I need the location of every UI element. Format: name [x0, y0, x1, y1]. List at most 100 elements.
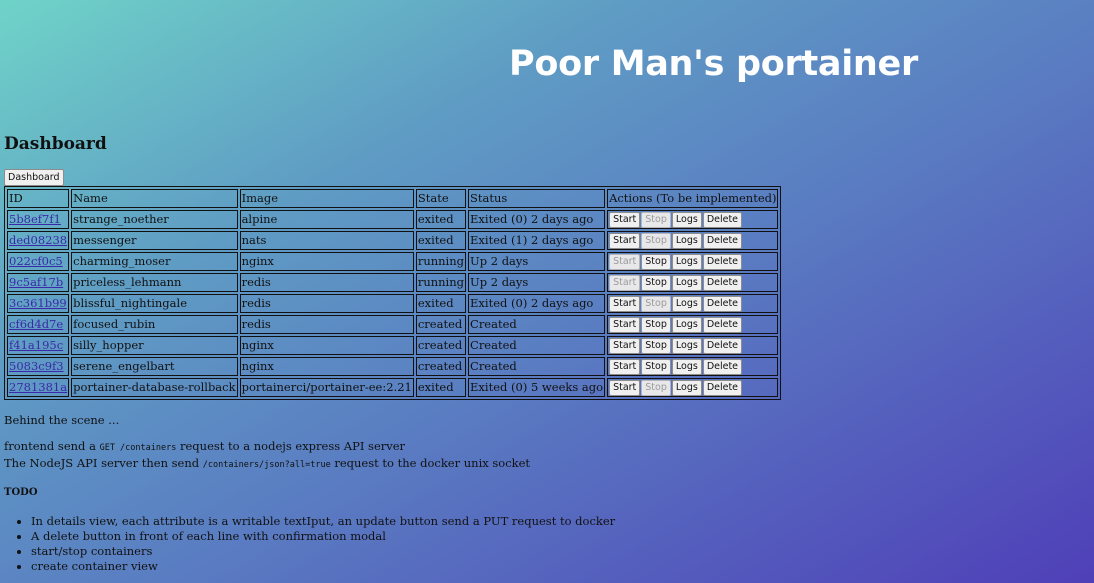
todo-title: TODO	[4, 487, 38, 498]
table-row: 5b8ef7f1 strange_noether alpine exited Exite…	[7, 210, 779, 229]
start-button[interactable]: Start	[609, 338, 641, 354]
cell-state: exited	[415, 231, 467, 250]
cell-state: created	[415, 315, 467, 334]
cell-state: exited	[415, 210, 467, 229]
stop-button[interactable]: Stop	[641, 254, 671, 270]
logs-button[interactable]: Logs	[671, 233, 702, 249]
cell-image: nats	[239, 231, 414, 250]
table-row: 2781381a portainer-database-rollback porta…	[7, 378, 779, 397]
container-id-link[interactable]: 9c5af17b	[9, 275, 63, 289]
column-header-name: Name	[71, 189, 238, 208]
cell-status: Created	[468, 357, 606, 376]
logs-button[interactable]: Logs	[671, 359, 702, 375]
container-id-link[interactable]: 2781381a	[9, 380, 67, 394]
container-id-link[interactable]: 3c361b99	[9, 296, 67, 310]
logs-button[interactable]: Logs	[671, 380, 702, 396]
delete-button[interactable]: Delete	[702, 296, 743, 312]
cell-image: alpine	[239, 210, 414, 229]
delete-button[interactable]: Delete	[702, 233, 743, 249]
cell-name: blissful_nightingale	[71, 294, 238, 313]
cell-actions: Start Stop Logs Delete	[607, 378, 779, 397]
cell-image: redis	[239, 294, 414, 313]
todo-item: start/stop containers	[31, 544, 615, 559]
logs-button[interactable]: Logs	[671, 254, 702, 270]
start-button[interactable]: Start	[609, 317, 641, 333]
container-id-link[interactable]: 5b8ef7f1	[9, 212, 61, 226]
cell-id: 022cf0c5	[7, 252, 70, 271]
start-button[interactable]: Start	[609, 296, 641, 312]
explanation-line2-code: /containers/json?all=true	[202, 460, 331, 470]
explanation-line1-prefix: frontend send a	[4, 439, 100, 453]
explanation-line1-suffix: request to a nodejs express API server	[176, 439, 406, 453]
start-button[interactable]: Start	[609, 359, 641, 375]
column-header-image: Image	[239, 189, 414, 208]
cell-state: running	[415, 273, 467, 292]
cell-image: nginx	[239, 357, 414, 376]
delete-button[interactable]: Delete	[702, 317, 743, 333]
cell-status: Created	[468, 315, 606, 334]
table-row: 9c5af17b priceless_lehmann redis running Up …	[7, 273, 779, 292]
start-button: Start	[609, 275, 641, 291]
cell-id: 5083c9f3	[7, 357, 70, 376]
table-row: ded08238 messenger nats exited Exited (1) 2 …	[7, 231, 779, 250]
delete-button[interactable]: Delete	[702, 359, 743, 375]
container-id-link[interactable]: cf6d4d7e	[9, 317, 63, 331]
explanation-line1-code: GET /containers	[99, 443, 177, 453]
cell-image: nginx	[239, 252, 414, 271]
cell-actions: Start Stop Logs Delete	[607, 252, 779, 271]
logs-button[interactable]: Logs	[671, 275, 702, 291]
cell-name: silly_hopper	[71, 336, 238, 355]
todo-list: In details view, each attribute is a wri…	[4, 514, 615, 574]
cell-id: f41a195c	[7, 336, 70, 355]
delete-button[interactable]: Delete	[702, 212, 743, 228]
logs-button[interactable]: Logs	[671, 317, 702, 333]
cell-image: nginx	[239, 336, 414, 355]
table-header-row: ID Name Image State Status Actions (To b…	[7, 189, 779, 208]
container-id-link[interactable]: ded08238	[9, 233, 67, 247]
cell-id: ded08238	[7, 231, 70, 250]
cell-id: 3c361b99	[7, 294, 70, 313]
dashboard-button[interactable]: Dashboard	[4, 169, 64, 186]
todo-item: A delete button in front of each line wi…	[31, 529, 615, 544]
stop-button: Stop	[641, 212, 671, 228]
cell-state: created	[415, 357, 467, 376]
cell-status: Exited (0) 2 days ago	[468, 210, 606, 229]
containers-table: ID Name Image State Status Actions (To b…	[4, 186, 782, 400]
column-header-state: State	[415, 189, 467, 208]
explanation-line2-prefix: The NodeJS API server then send	[4, 456, 203, 470]
container-id-link[interactable]: 022cf0c5	[9, 254, 63, 268]
cell-name: focused_rubin	[71, 315, 238, 334]
table-row: 3c361b99 blissful_nightingale redis exited E…	[7, 294, 779, 313]
cell-name: charming_moser	[71, 252, 238, 271]
stop-button[interactable]: Stop	[641, 359, 671, 375]
cell-state: exited	[415, 294, 467, 313]
start-button[interactable]: Start	[609, 212, 641, 228]
logs-button[interactable]: Logs	[671, 338, 702, 354]
delete-button[interactable]: Delete	[702, 254, 743, 270]
cell-state: exited	[415, 378, 467, 397]
cell-status: Up 2 days	[468, 273, 606, 292]
stop-button: Stop	[641, 296, 671, 312]
cell-actions: Start Stop Logs Delete	[607, 273, 779, 292]
stop-button: Stop	[641, 380, 671, 396]
table-row: cf6d4d7e focused_rubin redis created Created…	[7, 315, 779, 334]
delete-button[interactable]: Delete	[702, 380, 743, 396]
cell-id: cf6d4d7e	[7, 315, 70, 334]
cell-id: 2781381a	[7, 378, 70, 397]
column-header-status: Status	[468, 189, 606, 208]
stop-button[interactable]: Stop	[641, 317, 671, 333]
stop-button[interactable]: Stop	[641, 275, 671, 291]
delete-button[interactable]: Delete	[702, 338, 743, 354]
cell-status: Exited (0) 5 weeks ago	[468, 378, 606, 397]
start-button[interactable]: Start	[609, 233, 641, 249]
delete-button[interactable]: Delete	[702, 275, 743, 291]
logs-button[interactable]: Logs	[671, 296, 702, 312]
stop-button[interactable]: Stop	[641, 338, 671, 354]
column-header-id: ID	[7, 189, 70, 208]
container-id-link[interactable]: 5083c9f3	[9, 359, 64, 373]
container-id-link[interactable]: f41a195c	[9, 338, 63, 352]
cell-image: redis	[239, 273, 414, 292]
start-button[interactable]: Start	[609, 380, 641, 396]
cell-id: 5b8ef7f1	[7, 210, 70, 229]
logs-button[interactable]: Logs	[671, 212, 702, 228]
